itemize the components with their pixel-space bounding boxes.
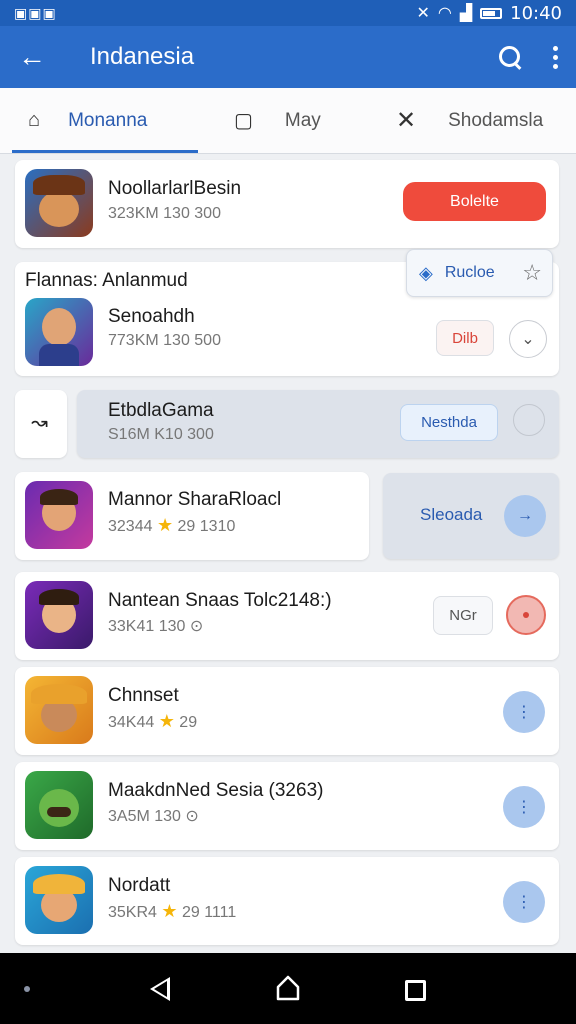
- tab-shodamsla[interactable]: ✕ Shodamsla: [370, 88, 576, 153]
- mute-icon: ✕: [416, 5, 430, 22]
- app-name: Nantean Snaas Tolc2148:): [108, 590, 332, 611]
- leading-handle[interactable]: ↝: [15, 390, 67, 458]
- app-name: Chnnset: [108, 685, 179, 706]
- signal-icon: ▟: [459, 5, 473, 22]
- app-icon: [25, 866, 93, 934]
- list-item[interactable]: Mannor SharaRloacl 32344 ★ 29 1310: [15, 472, 369, 560]
- app-name: Mannor SharaRloacl: [108, 489, 282, 510]
- more-vert-icon[interactable]: ⋮: [503, 786, 545, 828]
- chip-label: Rucloe: [444, 264, 495, 281]
- link-icon: ↝: [31, 412, 48, 434]
- app-bar: ← Indanesia: [0, 26, 576, 88]
- chevron-down-icon[interactable]: ⌄: [509, 320, 547, 358]
- home-icon: ⌂: [28, 109, 41, 131]
- nav-recents-icon[interactable]: [405, 980, 426, 1001]
- close-icon: ✕: [396, 107, 417, 134]
- clock: 10:40: [510, 2, 562, 24]
- tag-icon: ◈: [419, 262, 433, 283]
- wifi-icon: ◠: [437, 5, 452, 22]
- tab-label: Monanna: [68, 109, 148, 131]
- section-header: Flannas: Anlanmud: [25, 270, 188, 291]
- list-item[interactable]: NoollarlarlBesin 323KM 130 300 Bolelte: [15, 160, 559, 248]
- app-meta: 32344 ★ 29 1310: [108, 515, 236, 535]
- battery-icon: [480, 7, 503, 19]
- floating-chip[interactable]: ◈ Rucloe ☆: [406, 249, 553, 297]
- status-bar: ▣▣▣ ✕ ◠ ▟ 10:40: [0, 0, 576, 26]
- app-name: Nordatt: [108, 875, 171, 896]
- list-item[interactable]: Nantean Snaas Tolc2148:) 33K41 130 ⊙ NGr: [15, 572, 559, 660]
- app-meta: 35KR4 ★ 29 1111: [108, 901, 237, 921]
- app-name: MaakdnNed Sesia (3263): [108, 780, 324, 801]
- tab-label: Shodamsla: [448, 109, 544, 131]
- back-arrow-icon[interactable]: ←: [18, 41, 54, 73]
- star-icon: ★: [158, 711, 175, 731]
- app-icon: [25, 298, 93, 366]
- calendar-icon: ▢: [234, 110, 253, 132]
- record-icon[interactable]: [506, 595, 546, 635]
- system-nav-bar: [0, 953, 576, 1024]
- page-title: Indanesia: [90, 43, 195, 70]
- list-item[interactable]: EtbdlaGama S16M K10 300 Nesthda: [77, 390, 559, 458]
- app-meta: 773KM 130 500: [108, 332, 221, 349]
- tab-may[interactable]: ▢ May: [198, 88, 370, 153]
- tab-monanna[interactable]: ⌂ Monanna: [0, 88, 198, 153]
- star-outline-icon[interactable]: ☆: [522, 260, 542, 286]
- notification-icons: ▣▣▣: [14, 4, 57, 21]
- star-icon: ★: [161, 901, 178, 921]
- nav-home-icon[interactable]: [276, 975, 300, 1001]
- app-name: Senoahdh: [108, 306, 195, 327]
- tab-label: May: [284, 109, 321, 131]
- app-icon: [25, 481, 93, 549]
- list-item[interactable]: Chnnset 34K44 ★ 29 ⋮: [15, 667, 559, 755]
- app-meta: S16M K10 300: [108, 426, 214, 443]
- more-vert-icon[interactable]: [552, 45, 558, 69]
- side-action-panel[interactable]: Sleoada →: [383, 473, 559, 559]
- app-name: EtbdlaGama: [108, 400, 214, 421]
- arrow-right-icon[interactable]: →: [504, 495, 546, 537]
- list-item[interactable]: Nordatt 35KR4 ★ 29 1111 ⋮: [15, 857, 559, 945]
- action-pill[interactable]: Nesthda: [400, 404, 498, 441]
- app-icon: [25, 581, 93, 649]
- app-meta: 323KM 130 300: [108, 205, 221, 222]
- more-vert-icon[interactable]: ⋮: [503, 881, 545, 923]
- nav-back-icon[interactable]: [150, 977, 170, 1001]
- notification-dot: [24, 986, 30, 992]
- app-meta: 34K44 ★ 29: [108, 711, 198, 731]
- more-vert-icon[interactable]: ⋮: [503, 691, 545, 733]
- action-pill[interactable]: Dilb: [436, 320, 494, 356]
- app-name: NoollarlarlBesin: [108, 178, 242, 199]
- app-icon: [25, 771, 93, 839]
- action-label: Sleoada: [420, 505, 483, 524]
- app-meta: 33K41 130 ⊙: [108, 618, 204, 635]
- action-button[interactable]: Bolelte: [403, 182, 546, 221]
- tab-bar: ⌂ Monanna ▢ May ✕ Shodamsla: [0, 88, 576, 154]
- app-icon: [25, 169, 93, 237]
- radio-circle[interactable]: [513, 404, 545, 436]
- app-icon: [25, 676, 93, 744]
- star-icon: ★: [156, 515, 174, 535]
- app-meta: 3A5M 130 ⊙: [108, 808, 199, 825]
- search-icon[interactable]: [498, 45, 522, 69]
- action-pill[interactable]: NGr: [433, 596, 493, 635]
- list-item[interactable]: MaakdnNed Sesia (3263) 3A5M 130 ⊙ ⋮: [15, 762, 559, 850]
